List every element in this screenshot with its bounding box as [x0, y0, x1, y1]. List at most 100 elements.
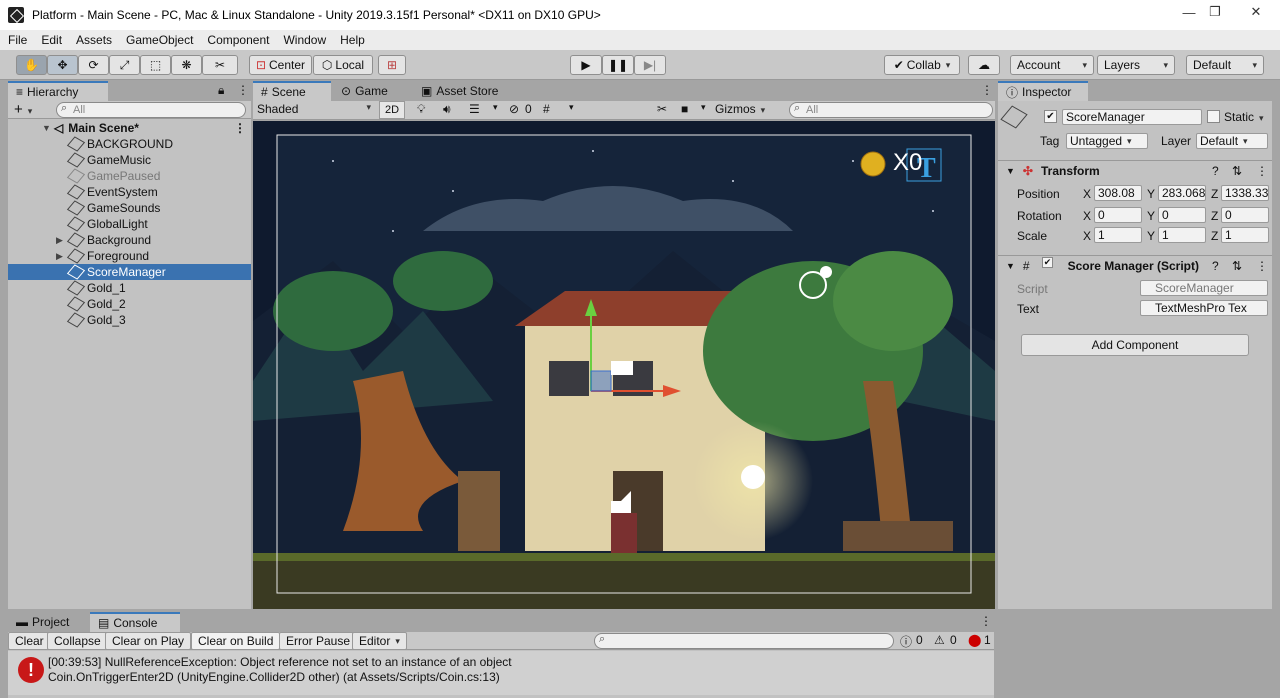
menu-gameobject[interactable]: GameObject — [126, 33, 193, 47]
layout-dropdown[interactable]: Default — [1186, 55, 1264, 75]
scene-root-row[interactable]: ▼ ◁ Main Scene* ⋮ — [8, 120, 251, 136]
hierarchy-item[interactable]: Gold_1 — [8, 280, 251, 296]
rotate-tool-button[interactable]: ⟳ — [78, 55, 109, 75]
scene-menu-icon[interactable]: ⋮ — [234, 121, 246, 135]
maximize-button[interactable]: ❐ — [1202, 2, 1228, 22]
scene-search-input[interactable]: All — [789, 102, 993, 118]
close-button[interactable]: ✕ — [1234, 2, 1278, 22]
hand-tool-button[interactable]: ✋ — [16, 55, 47, 75]
kebab-menu-icon[interactable]: ⋮ — [237, 83, 249, 97]
clear-on-build-button[interactable]: Clear on Build — [191, 632, 281, 650]
component-menu-icon[interactable]: ⋮ — [1256, 259, 1268, 273]
layers-dropdown[interactable]: Layers — [1097, 55, 1175, 75]
preset-icon[interactable]: ⇅ — [1232, 164, 1242, 178]
active-checkbox[interactable]: ✔ — [1044, 110, 1057, 123]
effects-icon[interactable]: ☰ — [469, 102, 480, 116]
create-button[interactable]: + — [14, 101, 32, 118]
tag-dropdown[interactable]: Untagged — [1066, 133, 1148, 149]
static-checkbox[interactable] — [1207, 110, 1220, 123]
menu-file[interactable]: File — [8, 33, 27, 47]
hierarchy-search-input[interactable]: All — [56, 102, 246, 118]
scale-z-input[interactable]: 1 — [1221, 227, 1269, 243]
menu-window[interactable]: Window — [283, 33, 326, 47]
scene-menu-icon[interactable]: ⋮ — [981, 83, 993, 97]
expand-arrow-icon[interactable]: ▶ — [56, 251, 63, 262]
tab-hierarchy[interactable]: ≡ Hierarchy — [8, 81, 108, 101]
error-icon[interactable]: ⬤ — [968, 633, 981, 647]
hierarchy-item[interactable]: GameSounds — [8, 200, 251, 216]
hierarchy-item[interactable]: Gold_3 — [8, 312, 251, 328]
console-search-input[interactable] — [594, 633, 894, 649]
editor-dropdown[interactable]: Editor — [352, 632, 407, 650]
help-icon[interactable]: ? — [1212, 259, 1219, 273]
shading-mode-dropdown[interactable]: Shaded — [257, 102, 371, 116]
rect-tool-button[interactable]: ⬚ — [140, 55, 171, 75]
component-menu-icon[interactable]: ⋮ — [1256, 164, 1268, 178]
position-y-input[interactable]: 283.068 — [1158, 185, 1206, 201]
layer-dropdown[interactable]: Default — [1196, 133, 1268, 149]
scale-y-input[interactable]: 1 — [1158, 227, 1206, 243]
transform-tool-button[interactable]: ❋ — [171, 55, 202, 75]
rotation-y-input[interactable]: 0 — [1158, 207, 1206, 223]
account-dropdown[interactable]: Account — [1010, 55, 1094, 75]
hierarchy-item-selected[interactable]: ScoreManager — [8, 264, 251, 280]
text-reference-field[interactable]: TextMeshPro Tex — [1140, 300, 1268, 316]
tab-project[interactable]: ▬ Project — [8, 612, 88, 632]
effects-dropdown-icon[interactable]: ▾ — [493, 102, 498, 113]
info-count-icon[interactable]: ⓘ — [900, 633, 912, 650]
grid-snap-button[interactable]: ⊞ — [378, 55, 406, 75]
menu-assets[interactable]: Assets — [76, 33, 112, 47]
script-field[interactable]: ScoreManager — [1140, 280, 1268, 296]
grid-dropdown-icon[interactable]: ▾ — [569, 102, 574, 113]
expand-arrow-icon[interactable]: ▶ — [56, 235, 63, 246]
camera-dropdown-icon[interactable]: ▾ — [701, 102, 706, 113]
script-enabled-checkbox[interactable]: ✔ — [1042, 257, 1053, 268]
custom-tool-button[interactable]: ✂ — [202, 55, 238, 75]
hierarchy-item[interactable]: ▶ Foreground — [8, 248, 251, 264]
tab-console[interactable]: ▤ Console — [90, 612, 180, 632]
warning-icon[interactable]: ⚠ — [934, 633, 945, 647]
collab-dropdown[interactable]: ✔ Collab — [884, 55, 960, 75]
lock-icon[interactable]: 🔒︎ — [218, 83, 224, 98]
2d-toggle-button[interactable]: 2D — [379, 101, 405, 119]
console-menu-icon[interactable]: ⋮ — [980, 614, 992, 628]
preset-icon[interactable]: ⇅ — [1232, 259, 1242, 273]
transform-header[interactable]: ▼ ✣ Transform ? ⇅ ⋮ — [998, 160, 1272, 180]
object-name-input[interactable]: ScoreManager — [1062, 109, 1202, 125]
menu-help[interactable]: Help — [340, 33, 365, 47]
pause-button[interactable]: ❚❚ — [602, 55, 634, 75]
step-button[interactable]: ▶| — [634, 55, 666, 75]
cloud-button[interactable]: ☁ — [968, 55, 1000, 75]
hierarchy-item[interactable]: EventSystem — [8, 184, 251, 200]
tab-inspector[interactable]: ⓘ Inspector — [998, 81, 1088, 101]
collapse-arrow-icon[interactable]: ▼ — [1006, 261, 1015, 271]
rotation-z-input[interactable]: 0 — [1221, 207, 1269, 223]
collapse-button[interactable]: Collapse — [47, 632, 108, 650]
static-label[interactable]: Static — [1224, 110, 1264, 124]
add-component-button[interactable]: Add Component — [1021, 334, 1249, 356]
gizmos-dropdown[interactable]: Gizmos — [715, 102, 765, 116]
expand-arrow-icon[interactable]: ▼ — [42, 123, 51, 133]
scale-x-input[interactable]: 1 — [1094, 227, 1142, 243]
hierarchy-item[interactable]: GlobalLight — [8, 216, 251, 232]
space-local-button[interactable]: ⬡ Local — [313, 55, 373, 75]
hierarchy-item[interactable]: BACKGROUND — [8, 136, 251, 152]
menu-edit[interactable]: Edit — [41, 33, 62, 47]
tools-icon[interactable]: ✂ — [657, 102, 667, 116]
tab-asset-store[interactable]: ▣ Asset Store — [413, 81, 513, 101]
scene-viewport[interactable]: T X0 — [253, 121, 995, 609]
pivot-center-button[interactable]: ⊡ Center — [249, 55, 312, 75]
minimize-button[interactable]: — — [1176, 2, 1202, 22]
clear-on-play-button[interactable]: Clear on Play — [105, 632, 192, 650]
error-pause-button[interactable]: Error Pause — [279, 632, 358, 650]
rotation-x-input[interactable]: 0 — [1094, 207, 1142, 223]
tab-game[interactable]: ⊙ Game — [333, 81, 411, 101]
audio-icon[interactable]: 🔊︎ — [443, 102, 451, 117]
console-log-entry[interactable]: ! [00:39:53] NullReferenceException: Obj… — [8, 651, 994, 695]
hierarchy-item[interactable]: GamePaused — [8, 168, 251, 184]
lighting-icon[interactable]: 💡︎ — [417, 102, 425, 117]
position-z-input[interactable]: 1338.33 — [1221, 185, 1269, 201]
score-manager-header[interactable]: ▼ # ✔ Score Manager (Script) ? ⇅ ⋮ — [998, 255, 1272, 275]
hidden-objects-icon[interactable]: ⊘ — [509, 102, 519, 116]
collapse-arrow-icon[interactable]: ▼ — [1006, 166, 1015, 176]
